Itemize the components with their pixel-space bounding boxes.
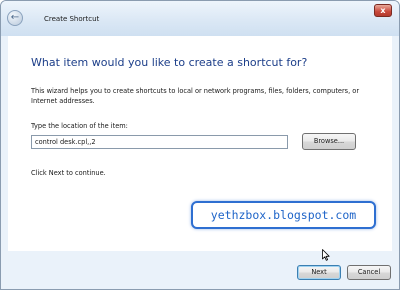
page-heading: What item would you like to create a sho…	[31, 56, 308, 69]
watermark-label: yethzbox.blogspot.com	[191, 201, 376, 229]
back-arrow-icon[interactable]: ←	[7, 10, 23, 26]
next-button[interactable]: Next	[297, 265, 341, 280]
location-input[interactable]: control desk.cpl,,2	[31, 135, 288, 149]
wizard-description: This wizard helps you to create shortcut…	[31, 87, 360, 105]
window-title: Create Shortcut	[44, 15, 100, 23]
cancel-button[interactable]: Cancel	[347, 265, 391, 280]
create-shortcut-window: ← Create Shortcut x What item would you …	[0, 0, 400, 290]
continue-instruction: Click Next to continue.	[31, 169, 106, 177]
location-label: Type the location of the item:	[31, 122, 128, 130]
close-button[interactable]: x	[374, 4, 392, 17]
mouse-pointer-icon	[322, 249, 330, 261]
title-bar: ← Create Shortcut x	[1, 1, 399, 36]
browse-button[interactable]: Browse...	[302, 133, 356, 150]
